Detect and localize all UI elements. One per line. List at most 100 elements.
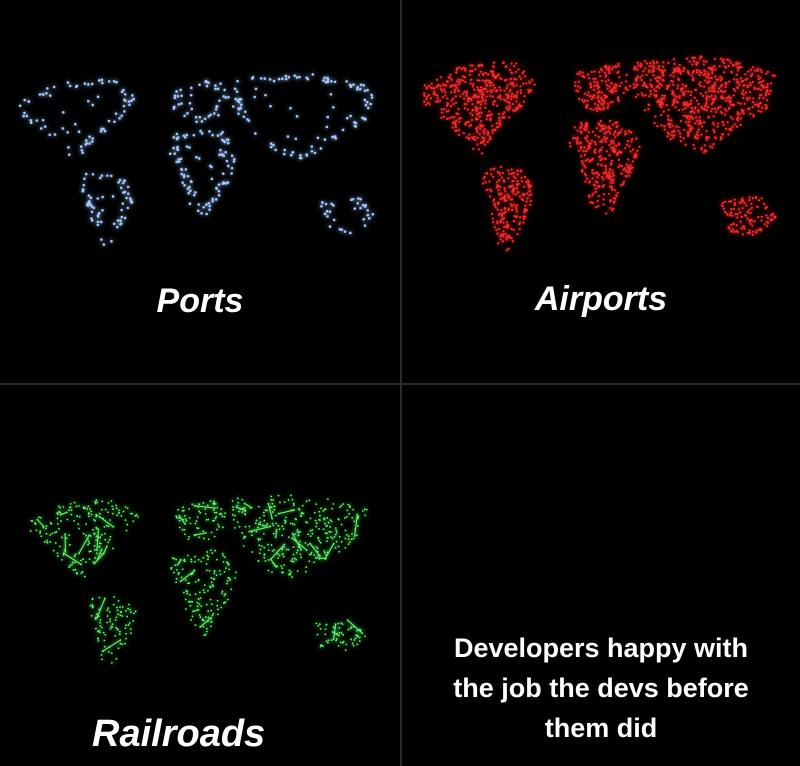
airport-dot	[608, 171, 611, 174]
rail-node	[222, 554, 225, 557]
port-dot	[272, 143, 275, 147]
port-dot	[371, 212, 375, 216]
airport-dot	[518, 223, 521, 226]
airport-dot	[692, 76, 695, 80]
airport-dot	[649, 61, 652, 65]
airport-dot	[531, 78, 534, 82]
airport-dot	[705, 109, 708, 112]
port-dot	[116, 219, 120, 222]
rail-node	[177, 508, 180, 511]
airport-dot	[608, 119, 612, 123]
airport-dot	[575, 89, 578, 92]
rail-node	[220, 606, 223, 609]
port-dot	[119, 186, 123, 190]
rail-node	[248, 530, 251, 533]
airport-dot	[484, 79, 487, 82]
port-dot	[79, 145, 83, 148]
rail-node	[193, 569, 196, 572]
airport-dot	[482, 129, 485, 132]
rail-node	[188, 517, 191, 519]
airport-dot	[601, 103, 604, 106]
rail-node	[319, 645, 322, 648]
rail-node	[133, 612, 136, 615]
airport-dot	[587, 77, 591, 80]
airport-dot	[423, 84, 426, 87]
rail-node	[277, 512, 280, 515]
port-dot	[181, 181, 184, 184]
rail-node	[213, 570, 216, 572]
airport-dot	[599, 159, 602, 162]
rail-node	[68, 534, 71, 537]
airport-dot	[433, 90, 436, 94]
airport-dot	[722, 62, 726, 65]
port-dot	[112, 222, 116, 226]
airport-dot	[450, 116, 453, 119]
rail-node	[181, 568, 184, 571]
port-dot	[334, 137, 338, 140]
airport-dot	[476, 79, 479, 82]
port-dot	[349, 114, 352, 118]
airport-dot	[593, 184, 596, 187]
rail-node	[99, 542, 102, 545]
airport-dot	[636, 93, 640, 96]
airport-dot	[596, 104, 600, 107]
port-dot	[237, 107, 240, 110]
rail-node	[327, 521, 330, 524]
port-dot	[284, 74, 288, 78]
rail-node	[93, 562, 96, 565]
rail-node	[178, 517, 181, 520]
port-dot	[313, 151, 317, 155]
airport-dot	[712, 98, 715, 101]
airport-dot	[628, 145, 631, 148]
airport-dot	[742, 93, 745, 96]
airport-dot	[697, 83, 701, 86]
airport-dot	[644, 60, 647, 63]
airport-dot	[519, 216, 522, 219]
airport-dot	[614, 86, 617, 90]
rail-node	[226, 582, 228, 585]
airport-dot	[758, 97, 761, 100]
rail-node	[254, 522, 257, 525]
rail-node	[102, 552, 105, 555]
airport-dot	[471, 85, 474, 88]
port-dot	[23, 98, 26, 102]
rail-node	[136, 515, 139, 518]
airport-dot	[593, 102, 597, 105]
rail-node	[239, 508, 242, 511]
rail-node	[223, 515, 226, 518]
rail-node	[326, 517, 329, 519]
rail-node	[225, 567, 227, 570]
rail-node	[189, 522, 192, 525]
airport-dot	[661, 69, 664, 72]
airport-dot	[696, 137, 699, 140]
rail-node	[129, 628, 132, 630]
airport-dot	[610, 185, 613, 188]
meme-grid: Ports Airports Railroads Developers happ…	[0, 0, 800, 766]
airport-dot	[511, 180, 514, 183]
rail-node	[308, 560, 311, 563]
port-dot	[115, 225, 119, 229]
airport-dot	[647, 103, 651, 107]
port-dot	[341, 128, 345, 132]
port-dot	[53, 133, 57, 136]
rail-node	[320, 507, 323, 510]
airport-dot	[610, 159, 613, 162]
port-dot	[332, 105, 335, 109]
rail-node	[248, 525, 251, 528]
airport-dot	[591, 194, 594, 197]
port-dot	[370, 93, 373, 97]
airport-dot	[589, 83, 592, 86]
airport-dot	[651, 64, 654, 67]
port-dot	[96, 197, 100, 200]
rail-node	[131, 512, 133, 515]
airport-dot	[604, 168, 607, 171]
port-dot	[210, 165, 213, 169]
port-dot	[224, 96, 228, 99]
airport-dot	[760, 84, 763, 87]
port-dot	[211, 197, 215, 201]
airport-dot	[625, 163, 628, 166]
port-dot	[176, 95, 180, 98]
rail-node	[290, 560, 293, 562]
airport-dot	[633, 156, 636, 159]
airport-dot	[522, 215, 525, 218]
